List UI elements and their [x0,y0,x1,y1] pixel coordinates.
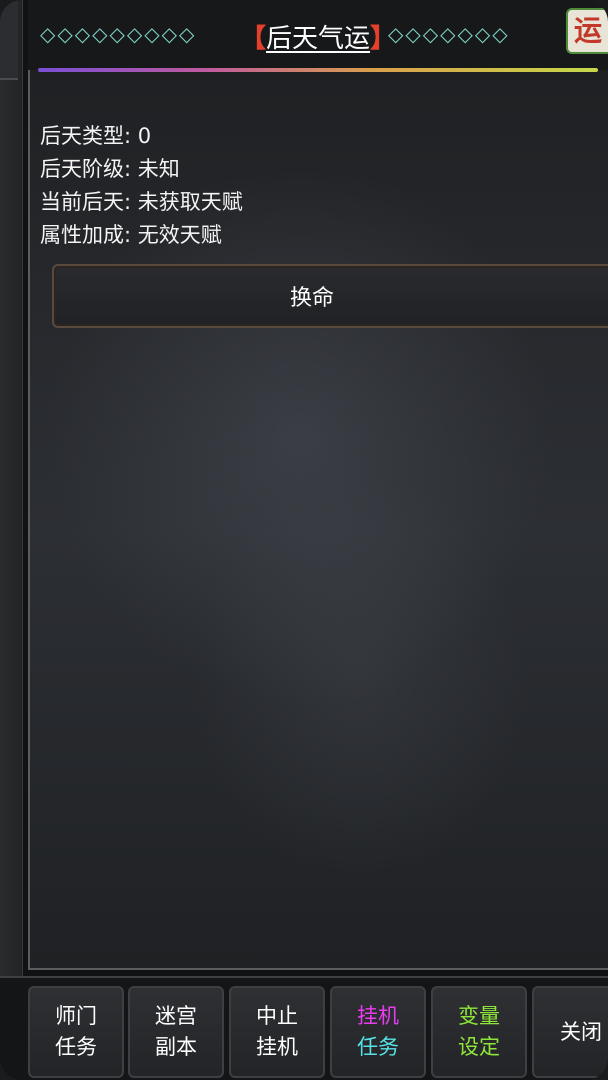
change-fate-button[interactable]: 换命 [52,264,608,328]
nav-maze-dungeon-button[interactable]: 迷宫 副本 [128,986,224,1078]
app-frame: ◇◇◇◇◇◇◇◇◇ 【后天气运】 ◇◇◇◇◇◇◇ 运 后天类型: 0 后天阶级:… [0,0,608,1080]
left-tab[interactable] [0,0,18,80]
nav-label-line2: 任务 [55,1035,97,1059]
info-row-type: 后天类型: 0 [40,120,243,153]
nav-label-line1: 关闭 [560,1019,602,1044]
corner-badge-icon[interactable]: 运 [566,8,608,54]
info-list: 后天类型: 0 后天阶级: 未知 当前后天: 未获取天赋 属性加成: 无效天赋 [40,120,243,252]
info-row-bonus: 属性加成: 无效天赋 [40,219,243,252]
nav-variable-settings-button[interactable]: 变量 设定 [431,986,527,1078]
info-label: 当前后天 [40,190,124,214]
title-divider [38,68,598,72]
nav-stop-idle-button[interactable]: 中止 挂机 [229,986,325,1078]
info-row-rank: 后天阶级: 未知 [40,153,243,186]
left-rail [0,0,23,1080]
nav-label-line1: 变量 [458,1004,500,1028]
diamond-ornament-left: ◇◇◇◇◇◇◇◇◇ [40,22,197,46]
info-sep: : [124,223,132,247]
info-value: 未获取天赋 [137,190,243,214]
info-sep: : [124,124,132,148]
nav-label-line1: 师门 [55,1004,97,1028]
info-label: 后天阶级 [40,157,124,181]
nav-sect-quest-button[interactable]: 师门 任务 [28,986,124,1078]
nav-label-line2: 设定 [458,1035,500,1059]
info-sep: : [124,190,132,214]
nav-label-line2: 任务 [357,1035,399,1059]
nav-close-button[interactable]: 关闭 [532,986,608,1078]
diamond-ornament-right: ◇◇◇◇◇◇◇ [388,22,510,46]
nav-label-line1: 迷宫 [155,1004,197,1028]
nav-idle-task-button[interactable]: 挂机 任务 [330,986,426,1078]
info-sep: : [124,157,132,181]
page-title: 【后天气运】 [240,18,396,55]
info-value: 0 [137,124,152,148]
nav-label-line1: 中止 [256,1004,298,1028]
info-label: 后天类型 [40,124,124,148]
info-label: 属性加成 [40,223,124,247]
title-text: 后天气运 [266,24,371,54]
nav-label-line2: 挂机 [256,1035,298,1059]
info-value: 无效天赋 [137,223,222,247]
title-bracket-open: 【 [240,24,267,54]
info-row-current: 当前后天: 未获取天赋 [40,186,243,219]
nav-label-line2: 副本 [155,1035,197,1059]
nav-label-line1: 挂机 [357,1004,399,1028]
info-value: 未知 [137,157,180,181]
